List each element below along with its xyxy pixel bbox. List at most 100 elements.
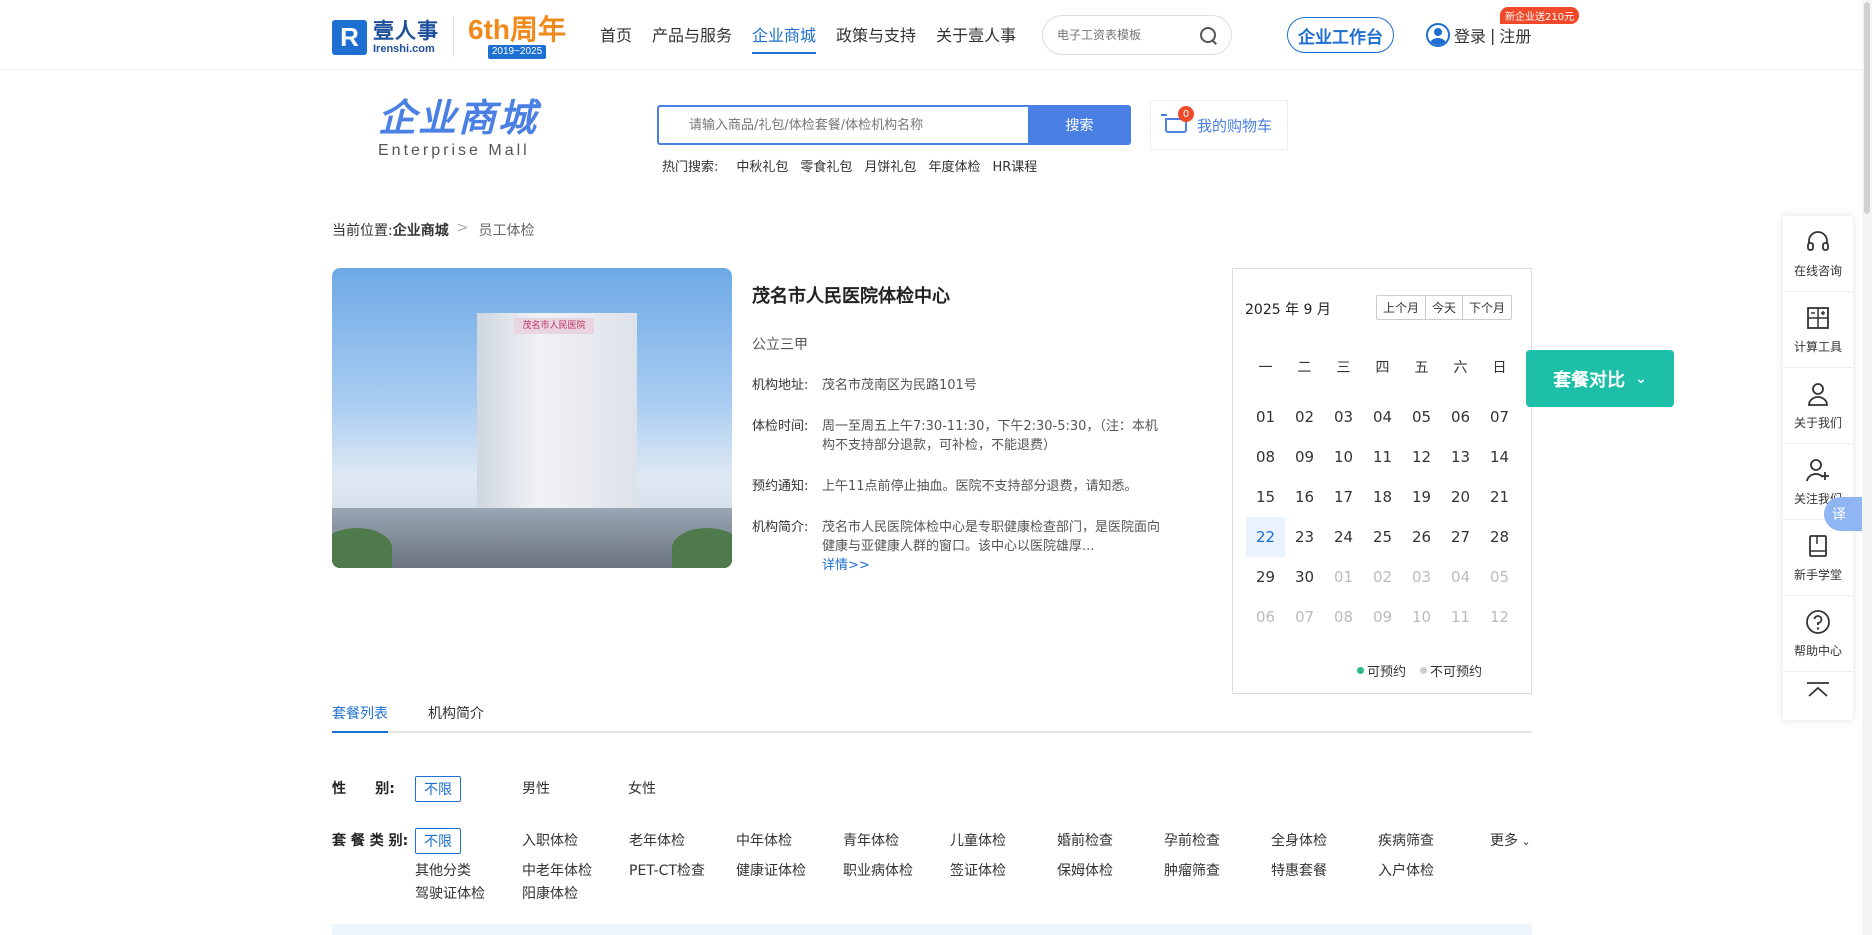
compare-label: 套餐对比 <box>1553 369 1626 391</box>
package-type-option[interactable]: 中年体检 <box>736 830 792 850</box>
nav-policy[interactable]: 政策与支持 <box>836 22 916 54</box>
calendar-day[interactable]: 10 <box>1324 437 1363 477</box>
breadcrumb-mall[interactable]: 企业商城 <box>393 220 449 240</box>
gender-option-any[interactable]: 不限 <box>415 776 461 802</box>
cart-button[interactable]: 我的购物车 <box>1150 100 1288 150</box>
nav-about[interactable]: 关于壹人事 <box>936 22 1016 54</box>
gender-option-female[interactable]: 女性 <box>628 778 656 798</box>
calendar-day[interactable]: 23 <box>1285 517 1324 557</box>
package-type-option[interactable]: 其他分类 <box>415 860 471 880</box>
package-type-option[interactable]: 孕前检查 <box>1164 830 1220 850</box>
calendar-day: 12 <box>1489 608 1510 626</box>
calendar-day[interactable]: 01 <box>1246 397 1285 437</box>
scrollbar-thumb[interactable] <box>1864 2 1870 214</box>
package-type-option[interactable]: 不限 <box>415 828 461 854</box>
hot-search-item[interactable]: 月饼礼包 <box>864 156 916 175</box>
calendar-day[interactable]: 20 <box>1441 477 1480 517</box>
calendar-day[interactable]: 21 <box>1480 477 1519 517</box>
prev-month-button[interactable]: 上个月 <box>1377 296 1427 319</box>
nav-products[interactable]: 产品与服务 <box>652 22 732 54</box>
calendar-day[interactable]: 30 <box>1285 557 1324 597</box>
package-type-option[interactable]: 婚前检查 <box>1057 830 1113 850</box>
package-type-option[interactable]: 全身体检 <box>1271 830 1327 850</box>
calendar-day[interactable]: 16 <box>1285 477 1324 517</box>
package-type-option[interactable]: 疾病筛查 <box>1378 830 1434 850</box>
calendar-day[interactable]: 09 <box>1285 437 1324 477</box>
tab-institution-intro[interactable]: 机构简介 <box>428 703 484 733</box>
help-center-button[interactable]: 帮助中心 <box>1783 596 1853 672</box>
calendar-day[interactable]: 11 <box>1363 437 1402 477</box>
calendar-day[interactable]: 05 <box>1402 397 1441 437</box>
calendar-day[interactable]: 02 <box>1285 397 1324 437</box>
package-type-option[interactable]: 中老年体检 <box>522 860 592 880</box>
calendar-day[interactable]: 28 <box>1480 517 1519 557</box>
mall-search-button[interactable]: 搜索 <box>1028 105 1131 145</box>
hot-search-item[interactable]: 中秋礼包 <box>736 156 788 175</box>
calendar-day[interactable]: 13 <box>1441 437 1480 477</box>
sidebar-label: 新手学堂 <box>1793 568 1842 582</box>
package-type-option[interactable]: 入户体检 <box>1378 860 1434 880</box>
package-type-option[interactable]: 儿童体检 <box>950 830 1006 850</box>
calendar-day[interactable]: 06 <box>1441 397 1480 437</box>
online-consult-button[interactable]: 在线咨询 <box>1783 216 1853 292</box>
back-to-top-button[interactable] <box>1783 672 1853 714</box>
intro-more-link[interactable]: 详情>> <box>822 558 870 573</box>
calc-tools-button[interactable]: 计算工具 <box>1783 292 1853 368</box>
package-type-option[interactable]: 健康证体检 <box>736 860 806 880</box>
compare-packages-button[interactable]: 套餐对比 ⌄ <box>1526 350 1674 407</box>
calendar-day[interactable]: 18 <box>1363 477 1402 517</box>
calendar-day: 04 <box>1450 568 1471 586</box>
breadcrumb-prefix: 当前位置: <box>332 223 393 239</box>
calendar-day[interactable]: 24 <box>1324 517 1363 557</box>
package-type-option[interactable]: 入职体检 <box>522 830 578 850</box>
calendar-day[interactable]: 04 <box>1363 397 1402 437</box>
package-type-option[interactable]: 青年体检 <box>843 830 899 850</box>
register-link[interactable]: 注册 <box>1499 23 1531 47</box>
workbench-button[interactable]: 企业工作台 <box>1287 17 1394 53</box>
calendar-day[interactable]: 12 <box>1402 437 1441 477</box>
intro-label: 机构简介: <box>752 520 809 535</box>
package-type-option[interactable]: PET-CT检查 <box>629 860 705 880</box>
calendar-day[interactable]: 29 <box>1246 557 1285 597</box>
search-icon[interactable] <box>1199 26 1217 44</box>
hot-search-item[interactable]: 零食礼包 <box>800 156 852 175</box>
calendar-day[interactable]: 19 <box>1402 477 1441 517</box>
calendar-day[interactable]: 25 <box>1363 517 1402 557</box>
calendar-day[interactable]: 27 <box>1441 517 1480 557</box>
package-type-option[interactable]: 签证体检 <box>950 860 1006 880</box>
gender-option-male[interactable]: 男性 <box>522 778 550 798</box>
calendar-day[interactable]: 08 <box>1246 437 1285 477</box>
calendar-day[interactable]: 17 <box>1324 477 1363 517</box>
package-type-option[interactable]: 肿瘤筛查 <box>1164 860 1220 880</box>
mall-search-input[interactable] <box>657 105 1028 145</box>
package-type-option[interactable]: 保姆体检 <box>1057 860 1113 880</box>
calendar-day[interactable]: 14 <box>1480 437 1519 477</box>
cart-label: 我的购物车 <box>1197 116 1273 135</box>
calendar-day[interactable]: 07 <box>1480 397 1519 437</box>
calendar-day[interactable]: 03 <box>1324 397 1363 437</box>
calendar-day[interactable]: 15 <box>1246 477 1285 517</box>
calendar-day[interactable]: 22 <box>1246 517 1285 557</box>
site-logo[interactable]: R 壹人事 Irenshi.com 6th周年 2019~2025 <box>332 15 566 59</box>
today-button[interactable]: 今天 <box>1426 296 1464 319</box>
login-link[interactable]: 登录 <box>1454 23 1486 47</box>
tab-package-list[interactable]: 套餐列表 <box>332 703 388 733</box>
cart-count-badge: 0 <box>1178 106 1194 122</box>
beginner-guide-button[interactable]: 新手学堂 <box>1783 520 1853 596</box>
calendar-day[interactable]: 26 <box>1402 517 1441 557</box>
hot-search-item[interactable]: HR课程 <box>992 156 1037 175</box>
package-type-option[interactable]: 阳康体检 <box>522 883 578 903</box>
about-us-button[interactable]: 关于我们 <box>1783 368 1853 444</box>
package-type-option[interactable]: 驾驶证体检 <box>415 883 485 903</box>
nav-mall[interactable]: 企业商城 <box>752 22 817 54</box>
package-type-option[interactable]: 特惠套餐 <box>1271 860 1327 880</box>
package-type-option[interactable]: 职业病体检 <box>843 860 913 880</box>
more-types-button[interactable]: 更多 ⌄ <box>1490 830 1531 850</box>
next-month-button[interactable]: 下个月 <box>1463 296 1511 319</box>
top-search-input[interactable] <box>1057 28 1197 42</box>
add-person-icon <box>1804 456 1832 484</box>
package-type-option[interactable]: 老年体检 <box>629 830 685 850</box>
notice-label: 预约通知: <box>752 479 809 494</box>
nav-home[interactable]: 首页 <box>600 22 632 54</box>
hot-search-item[interactable]: 年度体检 <box>928 156 980 175</box>
